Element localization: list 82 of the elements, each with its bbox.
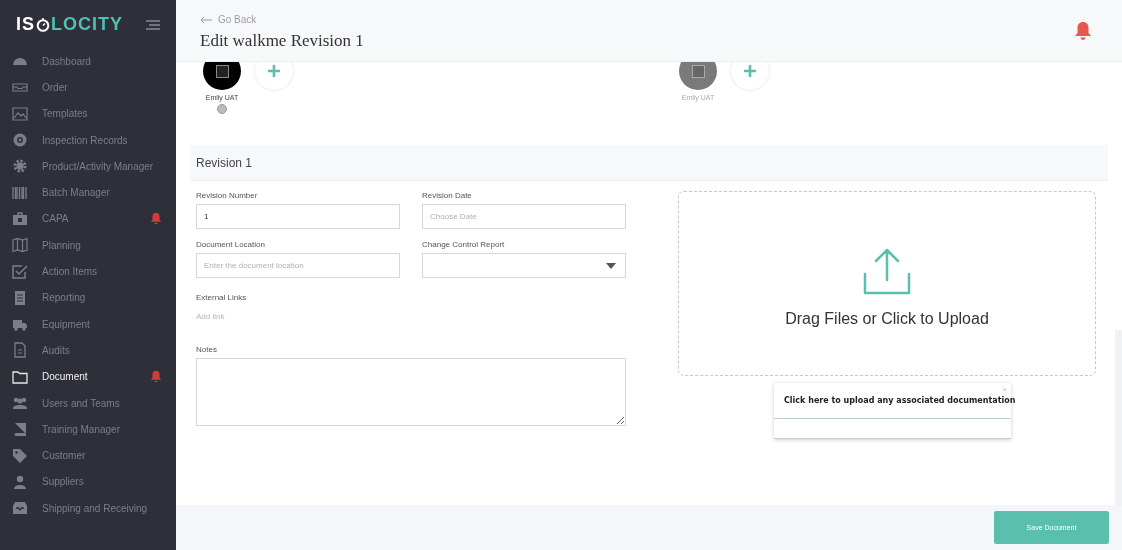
close-button[interactable]: ×	[1002, 385, 1007, 394]
barcode-icon	[12, 184, 28, 201]
sidebar-item[interactable]: Order	[0, 74, 176, 101]
sidebar-item[interactable]: CAPA	[0, 205, 176, 233]
input-field[interactable]: Choose Date	[422, 204, 626, 229]
gear-icon	[12, 158, 28, 175]
add-approver-button[interactable]	[731, 62, 769, 90]
sidebar-item[interactable]: Document	[0, 363, 176, 390]
sidebar-item[interactable]: Reporting	[0, 284, 176, 311]
sidebar-item-label: Shipping and Receiving	[42, 502, 149, 514]
sidebar-item-label: Users and Teams	[42, 397, 121, 409]
map-icon	[12, 237, 28, 254]
sidebar-item[interactable]: Templates	[0, 100, 176, 127]
sidebar-item[interactable]: Equipment	[0, 310, 176, 338]
sidebar-item-label: Document	[42, 371, 89, 383]
plus-icon	[743, 64, 757, 78]
add-approver-button[interactable]	[255, 62, 293, 90]
field-label: Document Location	[196, 240, 266, 249]
upload-icon	[862, 247, 912, 296]
image-icon	[12, 105, 28, 122]
sidebar-item[interactable]: Inspection Records	[0, 126, 176, 154]
input-field[interactable]: Enter the document location	[196, 253, 400, 278]
sidebar-item[interactable]: Product/Activity Manager	[0, 153, 176, 180]
sidebar-item-label: Product/Activity Manager	[42, 160, 155, 172]
sidebar-item[interactable]: Action Items	[0, 258, 176, 285]
sidebar-item-label: Equipment	[42, 318, 91, 330]
logo-icon	[36, 17, 50, 32]
sidebar-item-label: Planning	[42, 239, 82, 251]
go-back-link[interactable]: Go Back	[200, 14, 364, 25]
document-icon	[12, 342, 28, 359]
tag-icon	[12, 447, 28, 464]
document-icon	[12, 289, 28, 306]
notes-field[interactable]	[196, 358, 626, 426]
sidebar-item[interactable]: Audits	[0, 337, 176, 364]
plus-icon	[267, 64, 281, 78]
sidebar-item-label: Templates	[42, 108, 89, 120]
sidebar-item[interactable]: Users and Teams	[0, 389, 176, 417]
field-label: External Links	[196, 293, 248, 302]
sidebar-item-label: Batch Manager	[42, 187, 111, 199]
sidebar-item[interactable]: Customer	[0, 442, 176, 469]
sidebar-item-label: Order	[42, 81, 69, 93]
field-label: Notes	[196, 345, 218, 354]
field-label: Change Control Report	[422, 240, 506, 249]
sidebar-item-label: CAPA	[42, 213, 70, 225]
tray-icon	[12, 500, 28, 517]
sidebar-item[interactable]: Training Manager	[0, 416, 176, 443]
back-arrow-icon	[200, 15, 212, 24]
add-link[interactable]: Add link	[196, 312, 632, 321]
sidebar-item[interactable]: Shipping and Receiving	[0, 495, 176, 522]
folder-icon	[12, 368, 28, 385]
logo-text: IS	[16, 14, 35, 35]
sidebar-item[interactable]: Suppliers	[0, 468, 176, 496]
section-title: Revision 1	[196, 155, 253, 170]
sidebar-item-label: Suppliers	[42, 476, 85, 488]
logo-text: LOCITY	[51, 14, 123, 35]
remove-icon[interactable]	[217, 104, 227, 114]
target-icon	[12, 132, 28, 149]
page-title: Edit walkme Revision 1	[200, 31, 364, 51]
tooltip-text: Click here to upload any associated documentation	[784, 396, 1016, 405]
sidebar-item[interactable]: Planning	[0, 232, 176, 259]
sidebar-item[interactable]: Dashboard	[0, 48, 176, 75]
sidebar-item[interactable]: Batch Manager	[0, 179, 176, 206]
caret-icon	[606, 262, 616, 269]
menu-icon[interactable]	[146, 19, 160, 30]
sidebar-item-label: Training Manager	[42, 423, 121, 435]
sidebar-item-label: Action Items	[42, 266, 99, 277]
bell-icon[interactable]	[1074, 20, 1092, 41]
sidebar-item-label: Customer	[42, 450, 87, 462]
upload-dropzone[interactable]: Drag Files or Click to Upload	[678, 191, 1096, 376]
dropdown[interactable]	[422, 253, 626, 278]
sidebar-item-label: Inspection Records	[42, 134, 129, 146]
person-icon	[12, 473, 28, 490]
sidebar-item-label: Audits	[42, 344, 71, 356]
upload-text: Drag Files or Click to Upload	[785, 309, 989, 328]
field-label: Revision Number	[196, 191, 259, 200]
people-icon	[12, 395, 28, 411]
sidebar-item-label: Reporting	[42, 292, 87, 304]
input-field[interactable]: 1	[196, 204, 400, 229]
sidebar-item-label: Dashboard	[42, 55, 92, 67]
briefcase-icon	[12, 210, 28, 227]
checkbox-icon	[12, 263, 28, 280]
field-label: Revision Date	[422, 191, 473, 200]
